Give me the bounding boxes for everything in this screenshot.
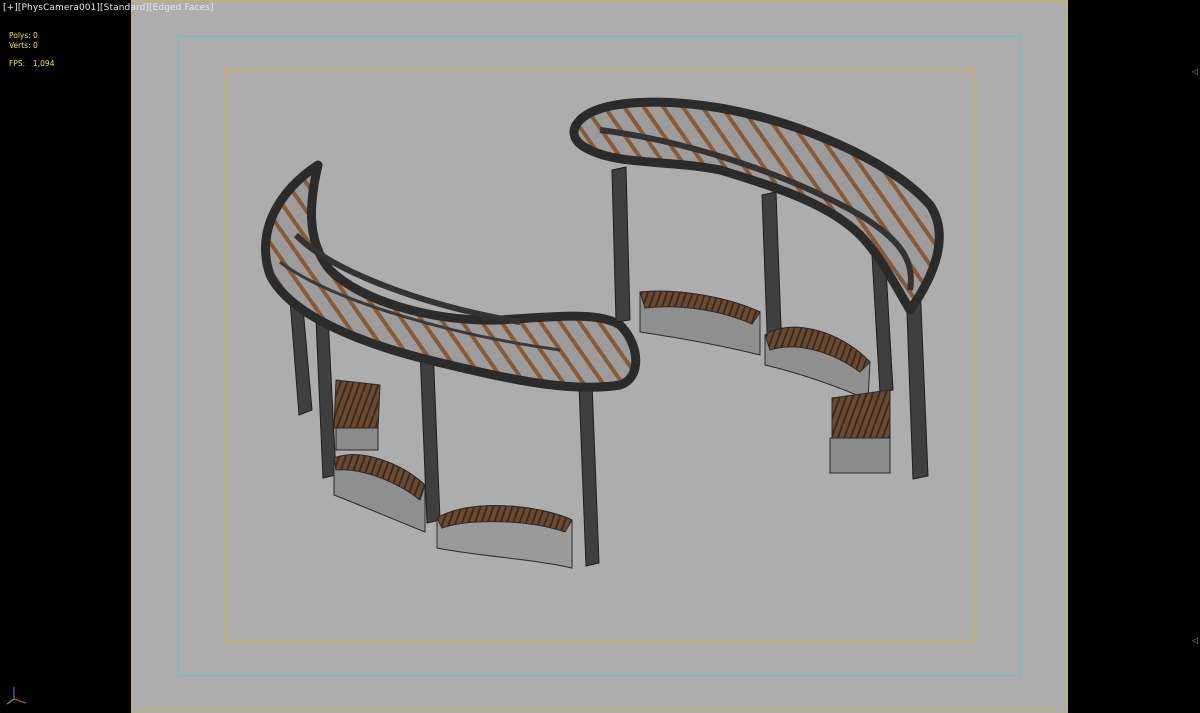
fps-value: 1,094 (33, 59, 55, 68)
verts-label: Verts: (9, 41, 31, 50)
triangle-left-icon[interactable]: ◁ (1192, 67, 1199, 76)
viewport-shading-label[interactable]: [Standard] (100, 3, 149, 13)
axis-tripod-icon (6, 687, 27, 705)
right-benches (639, 290, 891, 474)
polys-label: Polys: (9, 31, 31, 40)
viewport-menu-plus[interactable]: [+] (3, 3, 18, 13)
fps-stat: FPS: 1,094 (9, 59, 54, 69)
verts-value: 0 (33, 41, 38, 50)
camera-viewport[interactable]: [+][PhysCamera001][Standard][Edged Faces… (0, 0, 1200, 713)
viewport-display-mode-label[interactable]: [Edged Faces] (149, 3, 214, 13)
viewport-label[interactable]: [+][PhysCamera001][Standard][Edged Faces… (3, 3, 214, 13)
bench-small-left (333, 379, 381, 451)
verts-stat: Verts: 0 (9, 41, 54, 51)
bench-curved-left (333, 454, 426, 533)
bench-back (639, 290, 761, 356)
left-benches (333, 379, 573, 569)
fps-label: FPS: (9, 59, 26, 68)
viewport-statistics: Polys: 0 Verts: 0 FPS: 1,094 (9, 31, 54, 69)
bench-small-right (829, 389, 891, 474)
polys-value: 0 (33, 31, 38, 40)
bench-front (436, 505, 573, 569)
triangle-left-icon[interactable]: ◁ (1192, 636, 1199, 645)
viewport-camera-label[interactable]: [PhysCamera001] (18, 3, 100, 13)
bench-curved-right (764, 326, 871, 401)
polys-stat: Polys: 0 (9, 31, 54, 41)
pergola-scene (261, 97, 944, 569)
